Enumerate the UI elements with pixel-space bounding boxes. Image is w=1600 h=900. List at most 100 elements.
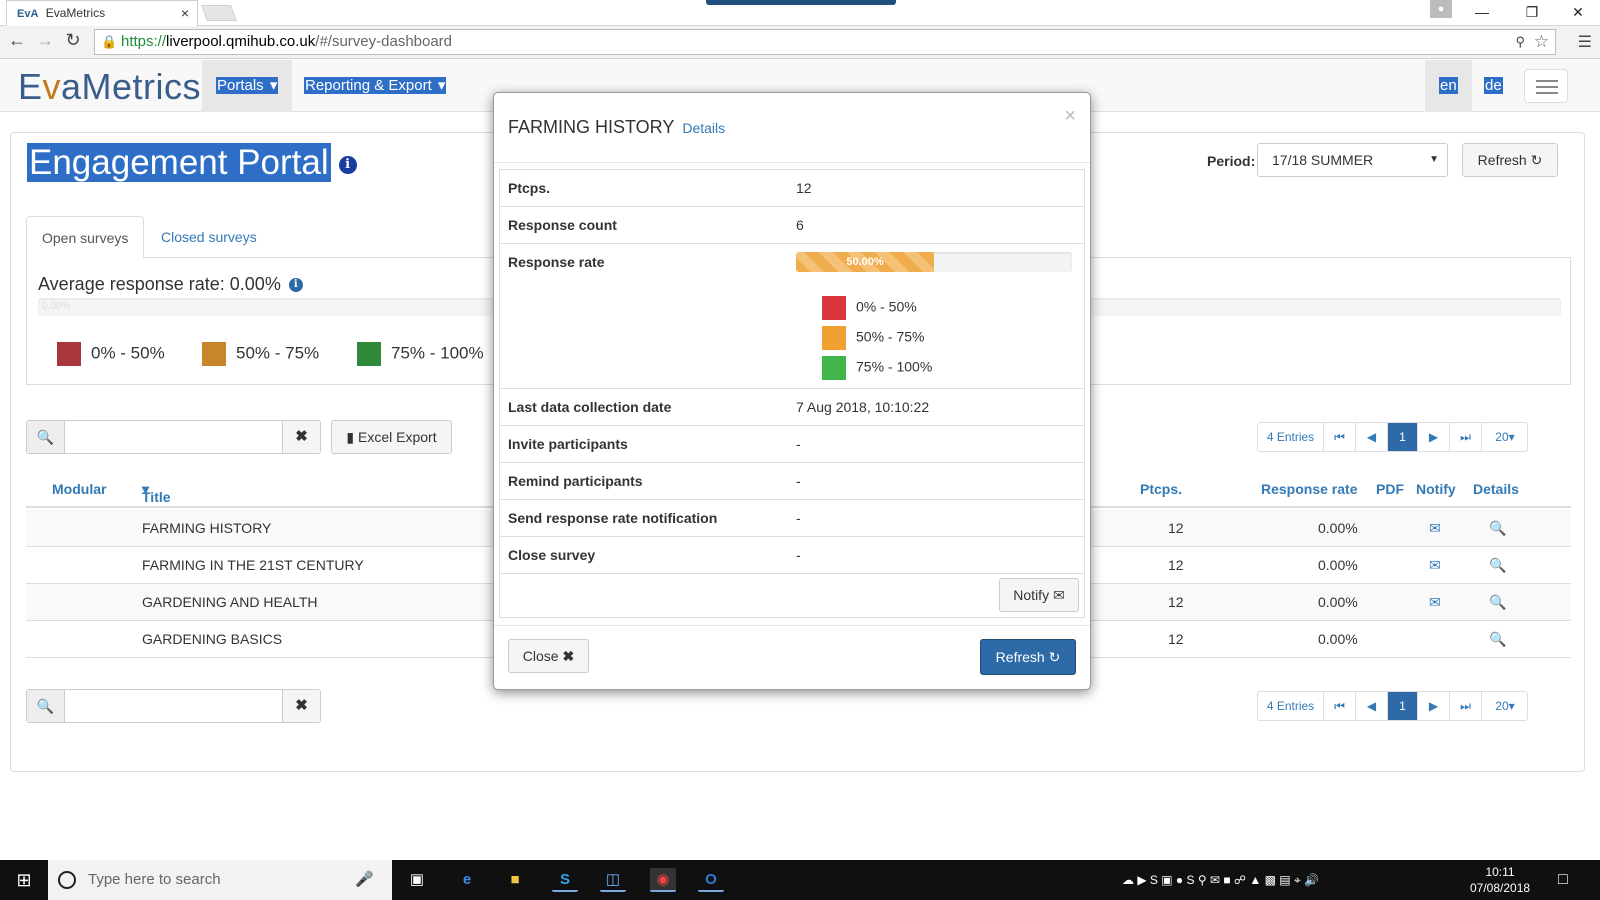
lock-icon: 🔒 [101,34,118,49]
restore-icon[interactable]: ❐ [1512,0,1552,26]
windows-start-icon[interactable]: ⊞ [0,860,48,900]
col-response-rate[interactable]: Response rate [1261,481,1357,497]
page-number[interactable]: 1 [1388,423,1418,451]
tab-open-surveys[interactable]: Open surveys [26,216,145,259]
minimize-icon[interactable]: — [1462,0,1502,26]
page-refresh-button[interactable]: Refresh ↻ [1462,143,1558,177]
envelope-icon: ✉ [1052,587,1065,603]
envelope-icon[interactable]: ✉ [1429,520,1441,537]
envelope-icon[interactable]: ✉ [1429,557,1441,574]
legend-low: 0% - 50% [822,296,917,320]
url-input[interactable]: 🔒 https://liverpool.qmihub.co.uk/#/surve… [94,29,1556,55]
modal-close-icon[interactable]: × [1064,105,1076,128]
detail-row-send-notification: Send response rate notification - [500,500,1084,537]
info-icon[interactable]: i [288,278,303,293]
browser-tab[interactable]: EvA EvaMetrics × [6,0,198,26]
prev-page-icon[interactable]: ◀ [1356,423,1388,451]
last-page-icon[interactable]: ⏭ [1450,423,1482,451]
survey-details-modal: FARMING HISTORY Details × Ptcps. 12 Respon… [493,92,1091,690]
close-tab-icon[interactable]: × [181,1,189,26]
info-icon[interactable]: i [338,155,357,174]
lang-de[interactable]: de [1470,60,1517,112]
forward-icon[interactable]: → [34,30,56,51]
tab-title: EvaMetrics [45,6,106,20]
hamburger-menu-icon[interactable] [1524,69,1568,103]
modal-footer: Close ✖ Refresh ↻ [494,625,1090,689]
col-title[interactable]: Title ▾ [142,481,171,505]
clear-search-button[interactable]: ✖ [282,421,320,453]
lang-en[interactable]: en [1425,60,1472,112]
page-number[interactable]: 1 [1388,692,1418,720]
close-window-icon[interactable]: ✕ [1558,0,1598,26]
app-icon[interactable]: ◫ [600,868,626,892]
taskbar-clock[interactable]: 10:11 07/08/2018 [1470,864,1530,896]
chevron-down-icon: ▼ [1429,154,1439,165]
edge-icon[interactable]: e [454,868,480,892]
magnifier-icon[interactable]: 🔍 [1489,520,1506,537]
survey-search-input[interactable] [65,421,283,453]
row-ptcps: 12 [1168,520,1184,536]
first-page-icon[interactable]: ⏮ [1324,423,1356,451]
detail-row-remind: Remind participants - [500,463,1084,500]
bookmark-star-icon[interactable]: ☆ [1534,30,1549,54]
col-pdf: PDF [1376,481,1404,497]
nav-reporting-export[interactable]: Reporting & Export ▾ [290,60,460,112]
chrome-icon[interactable]: ◉ [650,868,676,892]
legend-swatch-green [822,356,846,380]
detail-row-response-count: Response count 6 [500,207,1084,244]
entries-count: 4 Entries [1258,692,1324,720]
task-view-icon[interactable]: ▣ [404,868,430,892]
survey-details-table: Ptcps. 12 Response count 6 Response rate 5… [499,169,1085,618]
col-ptcps[interactable]: Ptcps. [1140,481,1182,497]
details-link[interactable]: Details [682,120,725,136]
next-page-icon[interactable]: ▶ [1418,423,1450,451]
magnifier-icon[interactable]: 🔍 [1489,594,1506,611]
bottom-search-input[interactable] [65,690,283,722]
clear-search-button[interactable]: ✖ [282,690,320,722]
key-icon[interactable]: ⚲ [1515,30,1525,54]
close-button[interactable]: Close ✖ [508,639,589,673]
row-title: FARMING IN THE 21ST CENTURY [142,557,364,573]
row-rate: 0.00% [1318,594,1358,610]
reload-icon[interactable]: ↻ [62,30,84,51]
window-strip [706,0,896,5]
search-icon: 🔍 [27,421,65,453]
page-size-select[interactable]: 20▾ [1482,692,1528,720]
magnifier-icon[interactable]: 🔍 [1489,631,1506,648]
page-title: Engagement Portal i [27,143,357,183]
browser-menu-icon[interactable]: ☰ [1578,32,1592,52]
back-icon[interactable]: ← [6,30,28,51]
bottom-search-group: 🔍 ✖ [26,689,321,723]
tab-closed-surveys[interactable]: Closed surveys [146,216,272,258]
skype-icon[interactable]: S [552,868,578,892]
microphone-icon[interactable]: 🎤 [355,860,374,900]
system-tray-icons[interactable]: ☁ ▶ S ▣ ● S ⚲ ✉ ■ ☍ ▲ ▩ ▤ ⌖ 🔊 [1122,860,1319,900]
file-explorer-icon[interactable]: ■ [502,868,528,892]
prev-page-icon[interactable]: ◀ [1356,692,1388,720]
address-bar: ← → ↻ 🔒 https://liverpool.qmihub.co.uk/#… [0,26,1600,59]
refresh-button[interactable]: Refresh ↻ [980,639,1076,675]
period-select[interactable]: 17/18 SUMMER ▼ [1257,143,1448,177]
row-title: GARDENING BASICS [142,631,283,647]
magnifier-icon[interactable]: 🔍 [1489,557,1506,574]
notification-icon[interactable]: □ [1558,860,1568,900]
windows-taskbar: ⊞ Type here to search 🎤 ▣ e ■ S ◫ ◉ O ☁ … [0,860,1600,900]
close-x-icon: ✖ [562,648,575,664]
excel-export-button[interactable]: ▮ Excel Export [331,420,452,454]
next-page-icon[interactable]: ▶ [1418,692,1450,720]
detail-row-close-survey: Close survey - [500,537,1084,574]
last-page-icon[interactable]: ⏭ [1450,692,1482,720]
profile-icon[interactable]: ● [1430,0,1452,18]
col-notify: Notify [1416,481,1456,497]
outlook-icon[interactable]: O [698,868,724,892]
taskbar-search[interactable]: Type here to search 🎤 [48,860,392,900]
page-size-select[interactable]: 20▾ [1482,423,1528,451]
envelope-icon[interactable]: ✉ [1429,594,1441,611]
nav-portals[interactable]: Portals ▾ [202,60,293,112]
col-modular[interactable]: Modular [52,481,106,497]
new-tab-button[interactable] [201,5,237,21]
brand-logo[interactable]: EvaMetrics [18,66,201,108]
row-rate: 0.00% [1318,520,1358,536]
first-page-icon[interactable]: ⏮ [1324,692,1356,720]
notify-button[interactable]: Notify ✉ [999,578,1079,612]
